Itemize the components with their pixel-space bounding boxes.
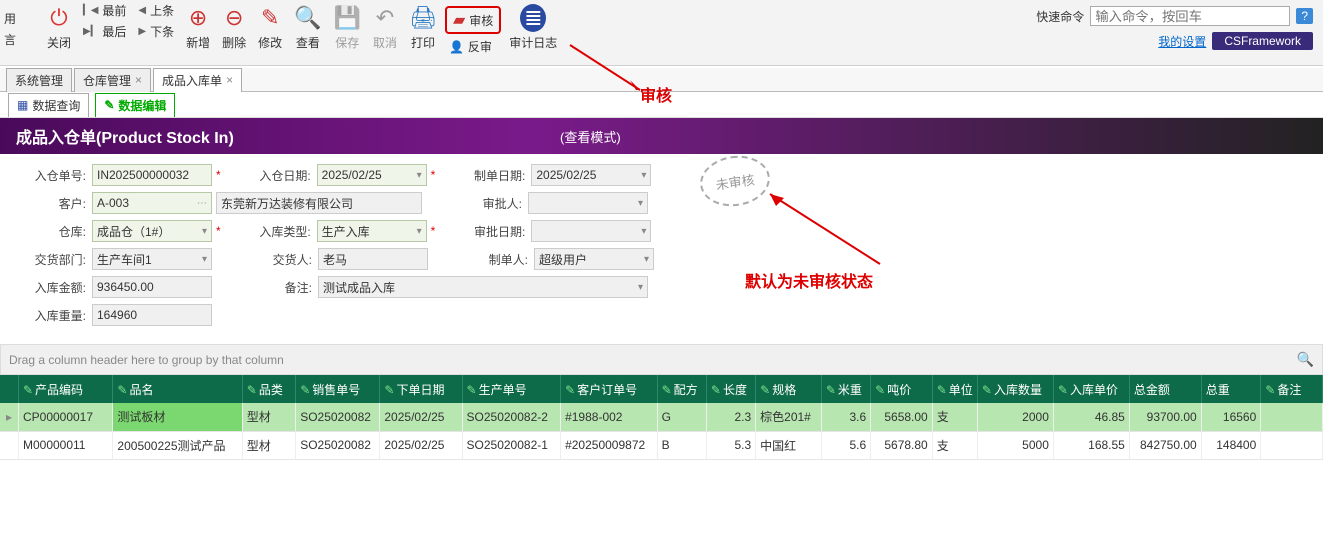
left-mini-labels: 用 言: [4, 0, 32, 52]
weight-input: 164960: [92, 304, 212, 326]
printer-icon: 🖨: [409, 4, 437, 32]
createdate-input: 2025/02/25▾: [531, 164, 651, 186]
annotation-audit: 审核: [640, 82, 672, 106]
audit-log-button[interactable]: ≣审计日志: [503, 0, 563, 53]
approve-date-input: ▾: [531, 220, 651, 242]
form-area: 未审核 默认为未审核状态 入仓单号:IN202500000032* 入仓日期:2…: [0, 154, 1323, 344]
creator-input: 超级用户▾: [534, 248, 654, 270]
close-icon[interactable]: ×: [135, 73, 142, 87]
chevron-down-icon[interactable]: ▾: [413, 170, 422, 181]
close-icon[interactable]: ×: [226, 73, 233, 87]
undo-icon: ↶: [376, 4, 394, 32]
quick-cmd-label: 快速命令: [1036, 8, 1084, 25]
brand-logo: CSFramework: [1212, 32, 1313, 50]
database-add-icon: ⊕: [189, 4, 207, 32]
add-button[interactable]: ⊕新增: [180, 0, 216, 53]
amount-input: 936450.00: [92, 276, 212, 298]
log-icon: ≣: [520, 4, 546, 32]
view-button[interactable]: 🔍查看: [288, 0, 327, 53]
delete-button[interactable]: ⊖删除: [216, 0, 252, 53]
docno-input[interactable]: IN202500000032: [92, 164, 212, 186]
prev-button[interactable]: ◀上条: [138, 2, 174, 19]
form-title-band: 成品入仓单(Product Stock In) (查看模式): [0, 118, 1323, 154]
main-toolbar: 用 言 ⏻ 关闭 ▎◀最前 ▶▎最后 ◀上条 ▶下条 ⊕新增 ⊖删除 ✎修改 🔍…: [0, 0, 1323, 66]
next-button[interactable]: ▶下条: [138, 23, 174, 40]
remark-input[interactable]: 测试成品入库▾: [318, 276, 648, 298]
edit-button[interactable]: ✎修改: [252, 0, 288, 53]
edit-icon: ✎: [104, 98, 114, 112]
tab-system[interactable]: 系统管理: [6, 68, 72, 92]
table-row[interactable]: M00000011200500225测试产品型材SO250200822025/0…: [0, 431, 1323, 459]
form-mode: (查看模式): [560, 127, 621, 146]
warehouse-input[interactable]: 成品仓（1#）▾: [92, 220, 212, 242]
table-row[interactable]: ▸CP00000017测试板材型材SO250200822025/02/25SO2…: [0, 403, 1323, 431]
lang-top[interactable]: 用: [4, 10, 32, 27]
detail-grid[interactable]: ✎产品编码 ✎品名 ✎品类 ✎销售单号 ✎下单日期 ✎生产单号 ✎客户订单号 ✎…: [0, 375, 1323, 460]
form-title: 成品入仓单(Product Stock In): [16, 124, 234, 148]
power-icon: ⏻: [50, 4, 67, 32]
subtab-edit[interactable]: ✎数据编辑: [95, 93, 175, 117]
customer-name: 东莞新万达装修有限公司: [216, 192, 422, 214]
docdate-input[interactable]: 2025/02/25▾: [317, 164, 427, 186]
customer-input[interactable]: A-003⋯: [92, 192, 212, 214]
subtab-query[interactable]: ▦数据查询: [8, 93, 89, 117]
help-icon[interactable]: ?: [1296, 8, 1313, 24]
nav-first-last: ▎◀最前 ▶▎最后: [77, 0, 132, 42]
last-button[interactable]: ▶▎最后: [83, 23, 126, 40]
annotation-state: 默认为未审核状态: [745, 268, 873, 292]
tab-stockin[interactable]: 成品入库单×: [153, 68, 242, 92]
stamp-icon: ▰: [453, 10, 465, 30]
lookup-icon[interactable]: ⋯: [193, 198, 207, 209]
nav-prev-next: ◀上条 ▶下条: [132, 0, 180, 42]
audit-button[interactable]: ▰ 审核: [445, 6, 501, 34]
grid-icon: ▦: [17, 98, 28, 112]
database-edit-icon: ✎: [261, 4, 279, 32]
lang-bot[interactable]: 言: [4, 31, 32, 48]
tab-warehouse[interactable]: 仓库管理×: [74, 68, 151, 92]
print-button[interactable]: 🖨打印: [403, 0, 443, 53]
quick-cmd-input[interactable]: [1090, 6, 1290, 26]
cancel-button: ↶取消: [367, 0, 403, 53]
database-del-icon: ⊖: [225, 4, 243, 32]
approver-input: ▾: [528, 192, 648, 214]
save-icon: 💾: [334, 4, 361, 32]
my-settings-link[interactable]: 我的设置: [1158, 33, 1206, 50]
close-button[interactable]: ⏻ 关闭: [41, 0, 77, 53]
unaudit-button[interactable]: 👤 反审: [443, 38, 503, 55]
intype-input[interactable]: 生产入库▾: [317, 220, 427, 242]
grid-search-icon[interactable]: 🔍: [1297, 351, 1314, 368]
hander-input[interactable]: 老马: [318, 248, 428, 270]
first-button[interactable]: ▎◀最前: [83, 2, 126, 19]
grid-group-header[interactable]: Drag a column header here to group by th…: [0, 344, 1323, 375]
edit-icon: ✎: [23, 383, 33, 397]
toolbar-right: 快速命令 ? 我的设置 CSFramework: [1026, 0, 1323, 62]
grid-header-row: ✎产品编码 ✎品名 ✎品类 ✎销售单号 ✎下单日期 ✎生产单号 ✎客户订单号 ✎…: [0, 375, 1323, 403]
person-icon: 👤: [449, 40, 464, 54]
search-icon: 🔍: [294, 4, 321, 32]
dept-input[interactable]: 生产车间1▾: [92, 248, 212, 270]
save-button: 💾保存: [328, 0, 367, 53]
